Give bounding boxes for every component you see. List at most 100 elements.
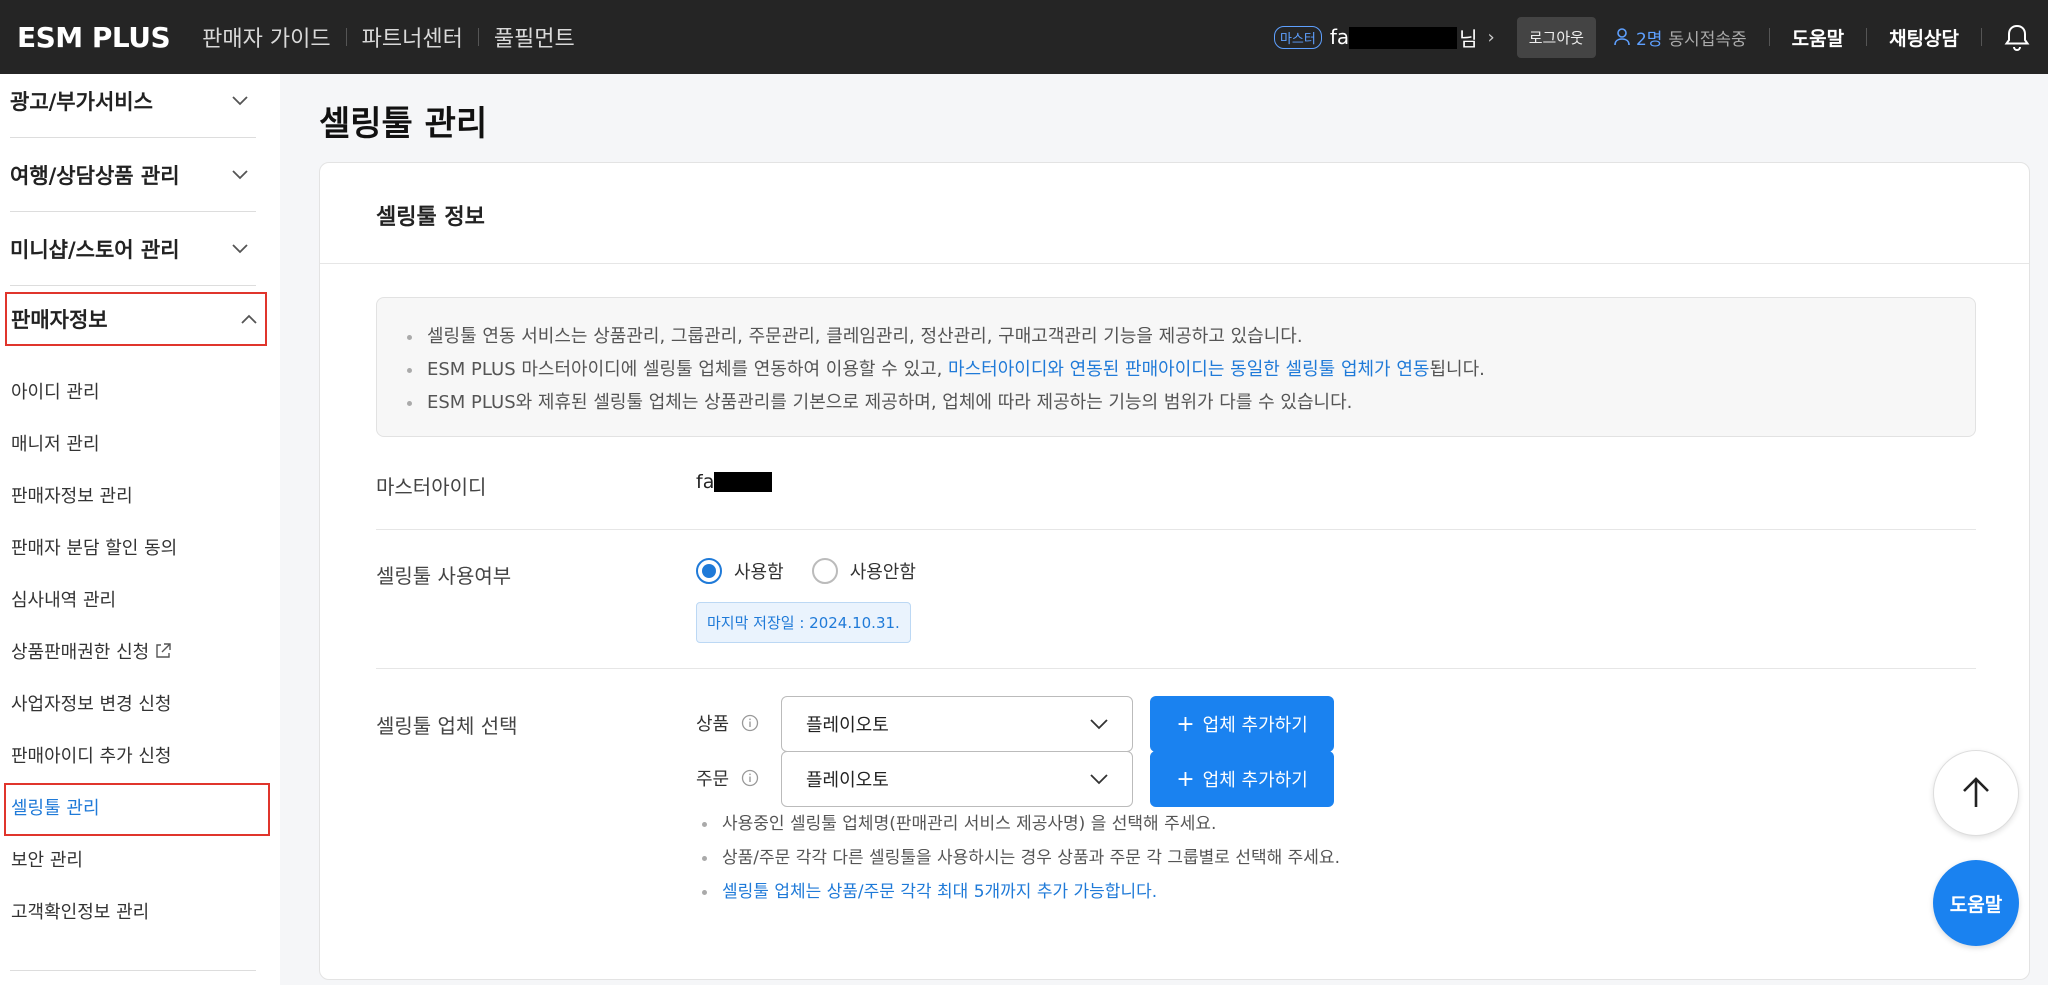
notice-item: 셀링툴 연동 서비스는 상품관리, 그룹관리, 주문관리, 클레임관리, 정산관… — [403, 320, 1975, 353]
help-floating-button[interactable]: 도움말 — [1933, 860, 2019, 946]
last-saved-badge: 마지막 저장일 : 2024.10.31. — [696, 602, 911, 643]
sidebar-item-business-change[interactable]: 사업자정보 변경 신청 — [11, 690, 171, 716]
notice-box: 셀링툴 연동 서비스는 상품관리, 그룹관리, 주문관리, 클레임관리, 정산관… — [376, 297, 1976, 437]
product-label-text: 상품 — [696, 714, 730, 735]
master-id-value: fa — [696, 471, 773, 493]
sidebar-item-manager[interactable]: 매니저 관리 — [11, 430, 100, 456]
vendor-select-label: 셀링툴 업체 선택 — [376, 714, 518, 738]
master-id-label: 마스터아이디 — [376, 475, 487, 499]
order-vendor-value: 플레이오토 — [806, 770, 889, 791]
notice-item: ESM PLUS와 제휴된 셀링툴 업체는 상품관리를 기본으로 제공하며, 업… — [403, 386, 1975, 419]
logout-button[interactable]: 로그아웃 — [1516, 16, 1596, 58]
user-icon — [1614, 28, 1630, 46]
chevron-down-icon — [1090, 718, 1108, 729]
nav-divider — [345, 28, 347, 46]
sidebar: 광고/부가서비스 여행/상담상품 관리 미니샵/스토어 관리 판매자정보 아이디… — [0, 74, 280, 985]
page-title: 셀링툴 관리 — [319, 104, 488, 144]
redacted-id — [1349, 27, 1458, 50]
add-product-vendor-button[interactable]: + 업체 추가하기 — [1150, 696, 1334, 752]
radio-not-use[interactable] — [811, 558, 838, 584]
add-order-vendor-button[interactable]: + 업체 추가하기 — [1150, 751, 1334, 807]
nav-seller-guide[interactable]: 판매자 가이드 — [202, 21, 330, 53]
chevron-up-icon — [241, 314, 257, 324]
chevron-down-icon — [232, 95, 248, 105]
bell-icon[interactable] — [2004, 23, 2030, 51]
notice-item: ESM PLUS 마스터아이디에 셀링툴 업체를 연동하여 이용할 수 있고, … — [403, 353, 1975, 386]
card-divider — [320, 263, 2029, 264]
vendor-note: 상품/주문 각각 다른 셀링툴을 사용하시는 경우 상품과 주문 각 그룹별로 … — [696, 841, 1340, 875]
sidebar-item-add-seller-id[interactable]: 판매아이디 추가 신청 — [11, 742, 171, 768]
sidebar-item-seller-info[interactable]: 판매자정보 관리 — [11, 482, 133, 508]
header-right: 마스터 fa 님 › 로그아웃 2명 동시접속중 도움말 채팅상담 — [1273, 0, 2048, 74]
sidebar-section-label: 여행/상담상품 관리 — [10, 163, 180, 188]
esm-plus-logo[interactable]: ESM PLUS — [17, 21, 171, 54]
vendor-notes: 사용중인 셀링툴 업체명(판매관리 서비스 제공사명) 을 선택해 주세요. 상… — [696, 807, 1340, 909]
plus-icon: + — [1176, 711, 1195, 737]
concurrent-label: 동시접속중 — [1668, 29, 1747, 50]
info-icon[interactable] — [741, 714, 759, 732]
sidebar-section-label: 광고/부가서비스 — [10, 89, 153, 114]
selling-tool-card: 셀링툴 정보 셀링툴 연동 서비스는 상품관리, 그룹관리, 주문관리, 클레임… — [319, 162, 2030, 980]
sidebar-section-travel[interactable]: 여행/상담상품 관리 — [10, 138, 256, 212]
sidebar-item-discount-agreement[interactable]: 판매자 분담 할인 동의 — [11, 534, 177, 560]
radio-use-label[interactable]: 사용함 — [734, 558, 784, 584]
arrow-up-icon — [1963, 777, 1989, 807]
sidebar-item-security[interactable]: 보안 관리 — [11, 846, 83, 872]
sidebar-section-ads[interactable]: 광고/부가서비스 — [10, 64, 256, 138]
plus-icon: + — [1176, 766, 1195, 792]
top-header: ESM PLUS 판매자 가이드 파트너센터 풀필먼트 마스터 fa 님 › 로… — [0, 0, 2048, 74]
usage-label: 셀링툴 사용여부 — [376, 564, 512, 588]
vendor-note: 사용중인 셀링툴 업체명(판매관리 서비스 제공사명) 을 선택해 주세요. — [696, 807, 1340, 841]
master-badge: 마스터 — [1273, 25, 1322, 49]
product-label: 상품 — [696, 710, 759, 736]
chevron-down-icon — [1090, 773, 1108, 784]
vendor-note-highlight: 셀링툴 업체는 상품/주문 각각 최대 5개까지 추가 가능합니다. — [696, 875, 1340, 909]
usage-radio-group: 사용함 사용안함 — [696, 558, 944, 584]
info-icon[interactable] — [741, 769, 759, 787]
top-nav: 판매자 가이드 파트너센터 풀필먼트 — [202, 21, 575, 53]
order-label: 주문 — [696, 765, 759, 791]
sidebar-item-customer-verification[interactable]: 고객확인정보 관리 — [11, 898, 149, 924]
nav-fulfillment[interactable]: 풀필먼트 — [494, 21, 575, 53]
sidebar-divider — [10, 970, 256, 971]
header-divider — [1981, 28, 1982, 46]
redacted-id — [714, 472, 773, 492]
concurrent-count: 2명 — [1635, 29, 1663, 50]
scroll-top-button[interactable] — [1933, 750, 2019, 836]
sidebar-item-selling-tool[interactable]: 셀링툴 관리 — [11, 794, 100, 820]
order-vendor-select[interactable]: 플레이오토 — [781, 751, 1133, 807]
product-vendor-select[interactable]: 플레이오토 — [781, 696, 1133, 752]
sidebar-section-label: 판매자정보 — [11, 308, 108, 332]
user-id-prefix: fa — [1329, 24, 1350, 49]
nav-divider — [477, 28, 479, 46]
user-name[interactable]: fa — [1329, 24, 1458, 50]
card-title: 셀링툴 정보 — [376, 205, 485, 230]
notice-text: 됩니다. — [1429, 359, 1485, 380]
help-link[interactable]: 도움말 — [1792, 24, 1844, 51]
header-divider — [1768, 28, 1770, 46]
chevron-down-icon — [232, 243, 248, 253]
product-vendor-value: 플레이오토 — [806, 715, 889, 736]
add-vendor-label: 업체 추가하기 — [1202, 715, 1308, 736]
order-label-text: 주문 — [696, 769, 730, 790]
add-vendor-label: 업체 추가하기 — [1202, 770, 1308, 791]
sidebar-item-id-management[interactable]: 아이디 관리 — [11, 378, 100, 404]
header-divider — [1866, 28, 1868, 46]
external-link-icon — [156, 643, 171, 658]
user-honorific: 님 — [1459, 26, 1478, 51]
sidebar-item-review-history[interactable]: 심사내역 관리 — [11, 586, 116, 612]
sidebar-item-sales-permission[interactable]: 상품판매권한 신청 — [11, 638, 171, 664]
radio-use[interactable] — [696, 558, 722, 584]
nav-partner-center[interactable]: 파트너센터 — [362, 21, 463, 53]
row-divider — [376, 668, 1976, 669]
notice-highlight: 마스터아이디와 연동된 판매아이디는 동일한 셀링툴 업체가 연동 — [948, 359, 1430, 380]
sidebar-section-label: 미니샵/스토어 관리 — [10, 237, 180, 262]
chat-link[interactable]: 채팅상담 — [1889, 24, 1959, 51]
master-id-prefix: fa — [696, 471, 715, 493]
sidebar-item-label: 상품판매권한 신청 — [11, 642, 150, 663]
radio-not-use-label[interactable]: 사용안함 — [850, 558, 916, 584]
row-divider — [376, 529, 1976, 530]
sidebar-section-minishop[interactable]: 미니샵/스토어 관리 — [10, 212, 256, 286]
chevron-right-icon[interactable]: › — [1488, 27, 1495, 48]
sidebar-section-seller-info[interactable]: 판매자정보 — [5, 292, 267, 346]
